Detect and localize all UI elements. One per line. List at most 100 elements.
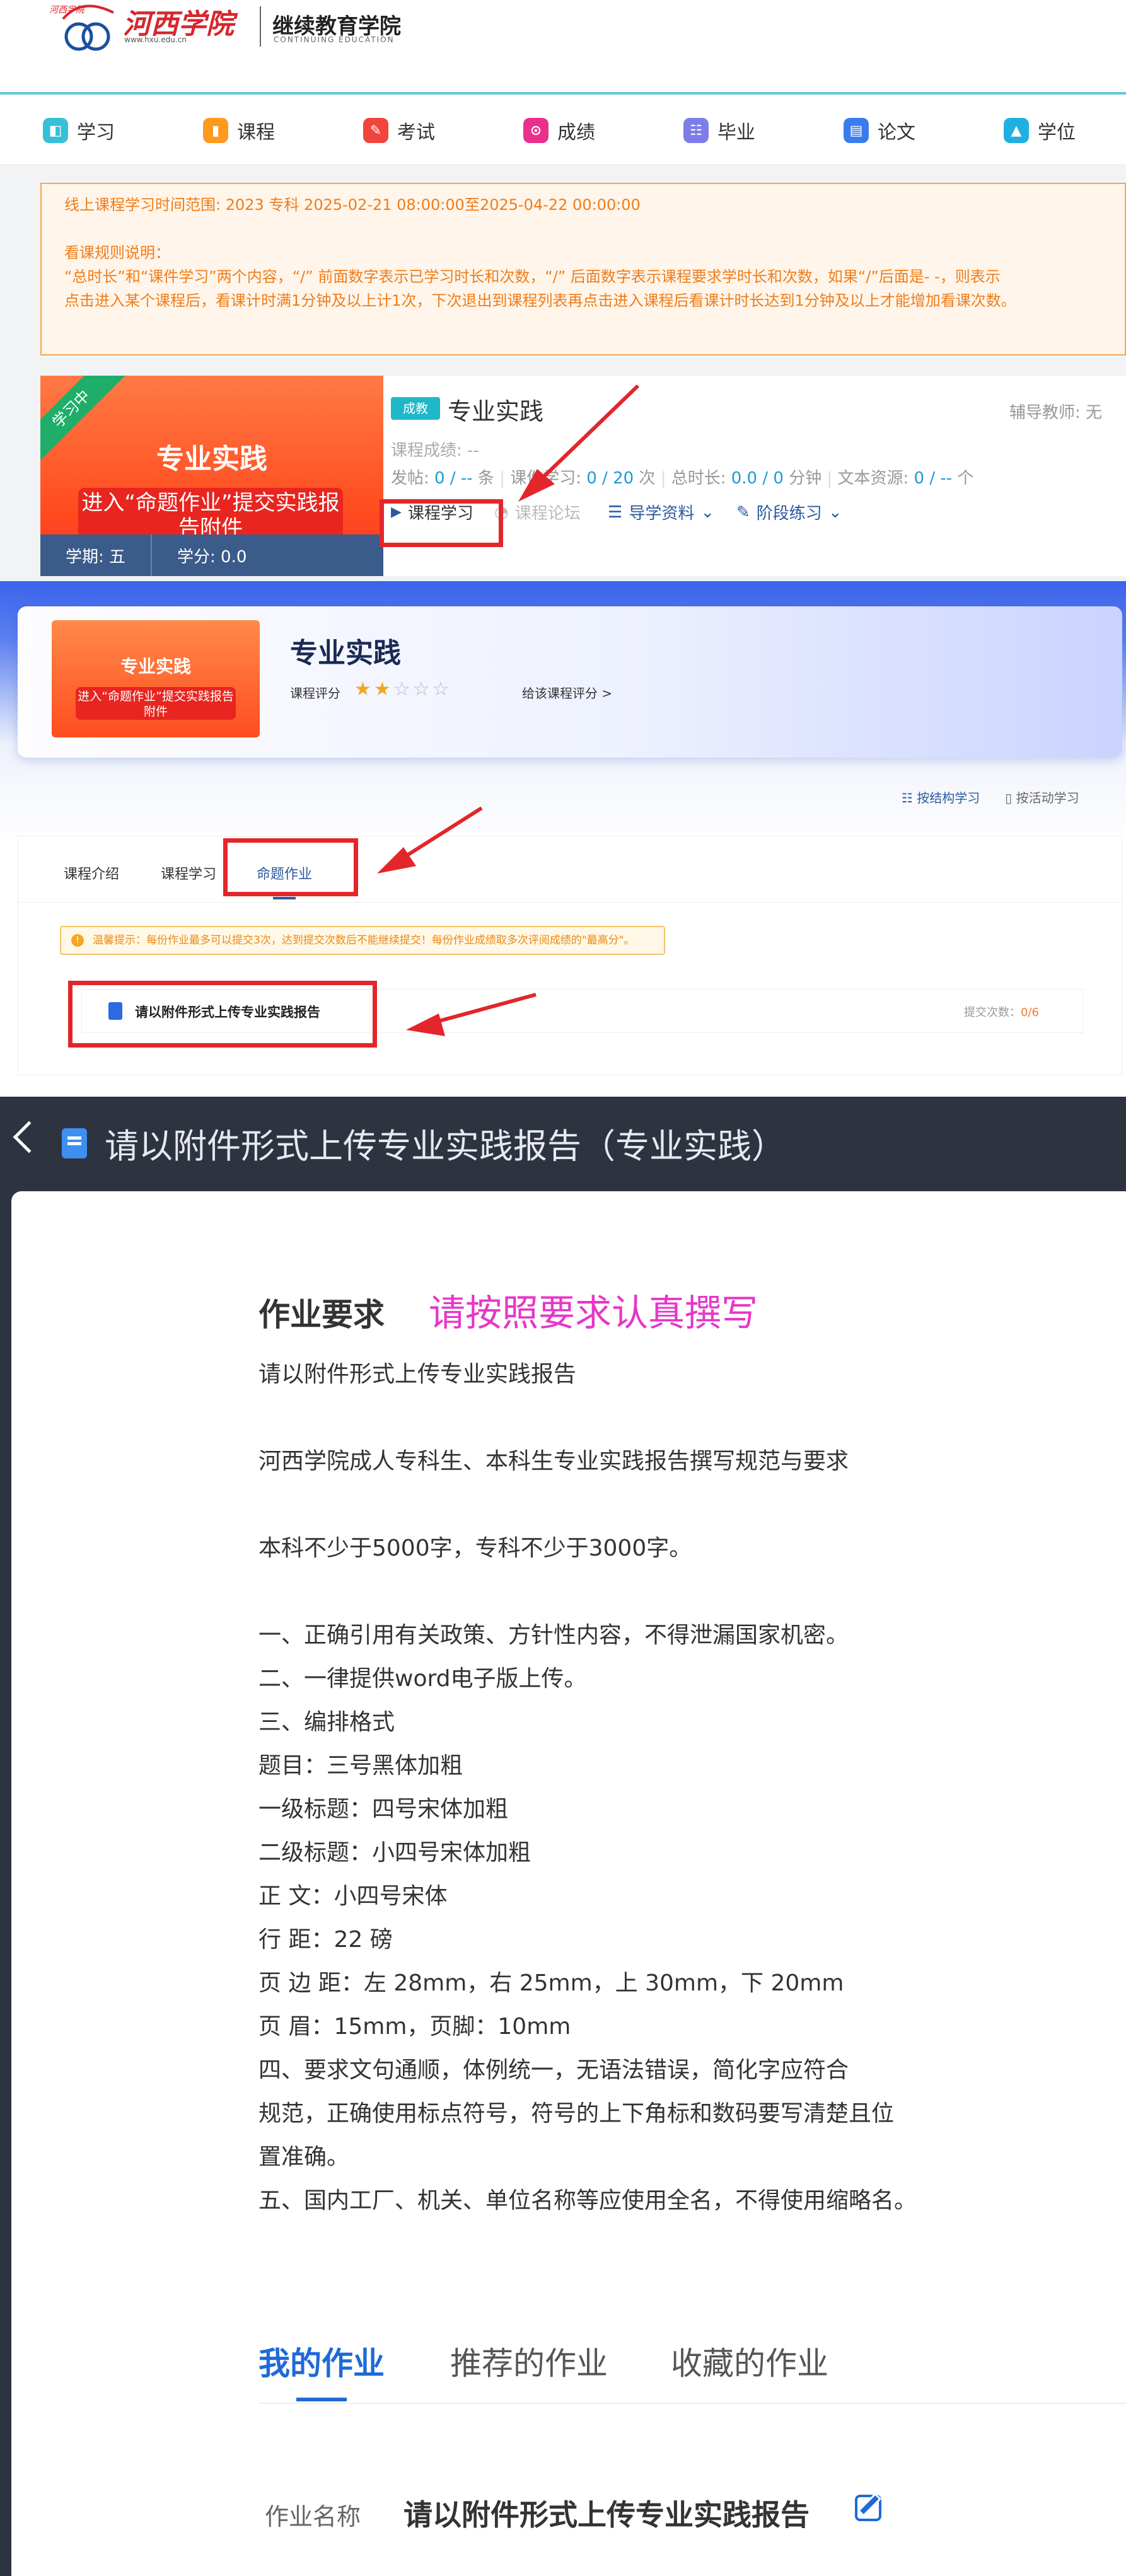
tab-my-assignment[interactable]: 我的作业 (258, 2338, 385, 2384)
active-tab-underline (273, 897, 296, 899)
requirement-line: 一级标题：四号宋体加粗 (258, 1796, 509, 1822)
activity-icon: ▯ (1005, 790, 1016, 806)
structure-mode-label: 按结构学习 (917, 790, 980, 806)
duration-label: 总时长: (671, 469, 731, 488)
thumbnail-subtitle: 进入“命题作业”提交实践报告附件 (78, 488, 343, 541)
star-empty-icon: ☆ (412, 678, 432, 700)
requirement-blank-line (258, 1396, 917, 1440)
edit-icon: ✎ (736, 502, 750, 522)
submission-tip: ! 温馨提示：每份作业最多可以提交3次，达到提交次数后不能继续提交！每份作业成绩取… (60, 926, 665, 955)
requirement-line: 置准确。 (258, 2144, 350, 2170)
nav-label: 考试 (397, 122, 435, 144)
score-icon: ⊙ (523, 118, 548, 143)
course-forum-button[interactable]: ◔ 课程论坛 (494, 500, 581, 524)
nav-label: 学习 (77, 122, 115, 144)
requirement-line: 请以附件形式上传专业实践报告 (258, 1361, 577, 1387)
text-resource-unit: 个 (957, 469, 974, 488)
tip-text: 温馨提示：每份作业最多可以提交3次，达到提交次数后不能继续提交！每份作业成绩取多… (93, 934, 635, 947)
course-thumbnail[interactable]: 学习中 专业实践 进入“命题作业”提交实践报告附件 学期: 五 学分: 0.0 (40, 376, 383, 576)
activity-mode-label: 按活动学习 (1016, 790, 1079, 806)
hero-thumbnail-title: 专业实践 (120, 656, 191, 677)
chevron-down-icon: ⌄ (828, 502, 842, 522)
requirement-line: 正 文：小四号宋体 (258, 1883, 448, 1909)
tab-divider (18, 902, 1123, 903)
tab-divider (258, 2403, 1126, 2404)
document-icon (62, 1128, 87, 1158)
course-name[interactable]: 专业实践 (448, 392, 543, 427)
credit-label: 学分: 0.0 (177, 547, 247, 567)
requirement-line: 题目：三号黑体加粗 (258, 1753, 463, 1779)
assignment-name-value: 请以附件形式上传专业实践报告 (403, 2498, 810, 2532)
stage-practice-label: 阶段练习 (756, 504, 822, 523)
structure-mode-button[interactable]: ☷ 按结构学习 (902, 788, 980, 806)
text-resource-value: 0 / -- (914, 469, 958, 488)
star-empty-icon: ☆ (432, 678, 452, 700)
requirement-line: 河西学院成人专科生、本科生专业实践报告撰写规范与要求 (258, 1448, 849, 1474)
notice-blank (64, 217, 1102, 241)
site-header: 河西学院 河西学院 www.hxu.edu.cn 继续教育学院 CONTINUI… (0, 0, 1126, 95)
stage-practice-dropdown[interactable]: ✎ 阶段练习 ⌄ (736, 500, 842, 524)
logo-url-text: www.hxu.edu.cn (124, 35, 187, 44)
tutor-label: 辅导教师: 无 (1009, 403, 1102, 422)
nav-item-paper[interactable]: ▤ 论文 (844, 115, 915, 146)
nav-item-exam[interactable]: ✎ 考试 (363, 115, 435, 146)
courseware-value: 0 / 20 (586, 469, 634, 488)
tab-favorite-assignment[interactable]: 收藏的作业 (671, 2338, 828, 2384)
submission-count-value: 0/6 (1021, 1006, 1039, 1019)
college-name-en: CONTINUING EDUCATION (274, 35, 395, 44)
course-stats: 发帖: 0 / -- 条 | 课件学习: 0 / 20 次 | 总时长: 0.0… (391, 469, 974, 488)
study-notice: 线上课程学习时间范围: 2023 专科 2025-02-21 08:00:00至… (40, 183, 1126, 355)
tab-course-intro[interactable]: 课程介绍 (64, 863, 119, 883)
graduation-icon: ☷ (683, 118, 709, 143)
requirement-blank-line (258, 1570, 917, 1614)
post-label: 发帖: (391, 469, 435, 488)
guide-material-label: 导学资料 (629, 504, 695, 523)
course-hero: 专业实践 进入“命题作业”提交实践报告附件 专业实践 课程评分 ★★☆☆☆ 给该… (18, 606, 1122, 758)
guide-material-dropdown[interactable]: ☰ 导学资料 ⌄ (608, 500, 714, 524)
nav-label: 论文 (878, 122, 915, 144)
star-icon: ★ (354, 678, 374, 700)
give-rating-link[interactable]: 给该课程评分 > (522, 683, 612, 702)
nav-label: 成绩 (557, 122, 595, 144)
star-icon: ★ (373, 678, 393, 700)
hero-thumbnail: 专业实践 进入“命题作业”提交实践报告附件 (52, 620, 260, 737)
warning-icon: ! (71, 934, 84, 947)
tab-course-study[interactable]: 课程学习 (161, 863, 216, 883)
requirement-line: 页 边 距：左 28mm，右 25mm，上 30mm，下 20mm (258, 1970, 844, 1996)
duration-value: 0.0 / 0 (731, 469, 784, 488)
book-icon: ◧ (43, 118, 68, 143)
duration-unit: 分钟 (783, 469, 822, 488)
assignment-name-label: 作业名称 (265, 2503, 361, 2531)
rating-stars: ★★☆☆☆ (354, 678, 452, 700)
courseware-label: 课件学习: (510, 469, 587, 488)
course-page-title: 专业实践 (290, 637, 401, 669)
requirement-line: 页 眉：15mm，页脚：10mm (258, 2014, 571, 2040)
requirement-line: 二、一律提供word电子版上传。 (258, 1666, 587, 1692)
post-unit: 条 (477, 469, 494, 488)
tab-recommended-assignment[interactable]: 推荐的作业 (450, 2338, 608, 2384)
university-logo-icon: 河西学院 (49, 4, 114, 51)
edit-icon[interactable] (855, 2495, 881, 2521)
main-nav: ◧ 学习 ▮ 课程 ✎ 考试 ⊙ 成绩 ☷ 毕业 ▤ 论文 ▲ 学位 (0, 97, 1126, 165)
paper-icon: ▤ (844, 118, 869, 143)
structure-icon: ☷ (902, 790, 917, 806)
submission-count: 提交次数：0/6 (964, 1003, 1039, 1020)
requirements-note: 请按照要求认真撰写 (429, 1291, 758, 1334)
nav-label: 毕业 (717, 122, 755, 144)
course-type-badge: 成教 (391, 397, 440, 420)
nav-item-study[interactable]: ◧ 学习 (43, 115, 115, 146)
nav-item-graduation[interactable]: ☷ 毕业 (683, 115, 755, 146)
activity-mode-button[interactable]: ▯ 按活动学习 (1005, 788, 1079, 806)
requirements-heading: 作业要求 (258, 1297, 385, 1333)
nav-label: 学位 (1038, 122, 1076, 144)
notice-rules-title: 看课规则说明： (64, 244, 170, 262)
thumbnail-title: 专业实践 (156, 443, 267, 475)
course-card: 学习中 专业实践 进入“命题作业”提交实践报告附件 学期: 五 学分: 0.0 … (40, 376, 1126, 576)
nav-item-score[interactable]: ⊙ 成绩 (523, 115, 595, 146)
nav-item-course[interactable]: ▮ 课程 (203, 115, 275, 146)
nav-item-degree[interactable]: ▲ 学位 (1004, 115, 1076, 146)
requirements-body: 请以附件形式上传专业实践报告河西学院成人专科生、本科生专业实践报告撰写规范与要求… (258, 1353, 917, 2222)
term-label: 学期: 五 (66, 547, 126, 567)
nav-label: 课程 (237, 122, 275, 144)
assignment-page-title: 请以附件形式上传专业实践报告（专业实践） (105, 1126, 786, 1166)
